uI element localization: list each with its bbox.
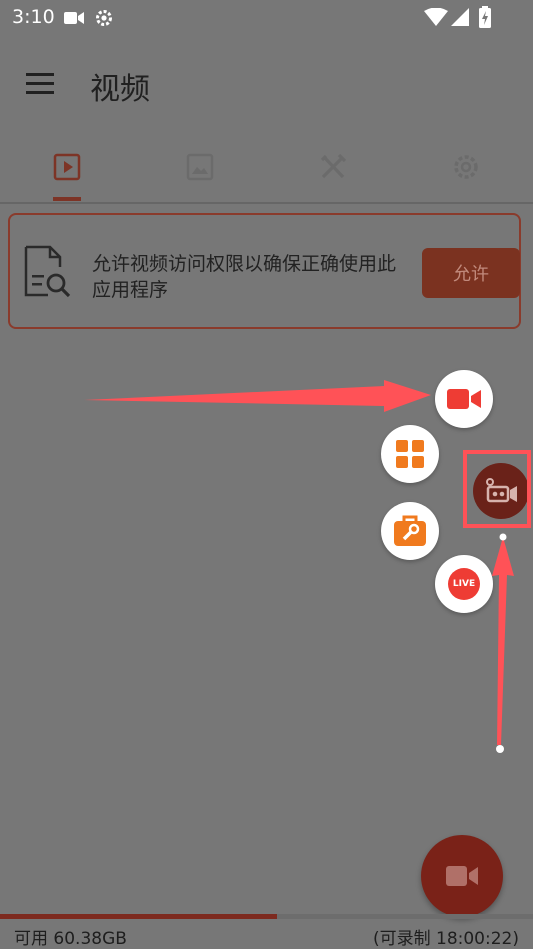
arrow-dot-bottom <box>496 745 504 753</box>
video-camera-icon <box>447 389 481 409</box>
tab-indicator <box>53 197 81 201</box>
status-bar: 3:10 <box>0 0 533 36</box>
page-title: 视频 <box>90 72 150 107</box>
live-badge-icon: LIVE <box>448 568 480 600</box>
live-label: LIVE <box>452 579 476 589</box>
storage-record-time: (可录制 18:00:22) <box>372 929 519 949</box>
highlight-box <box>463 450 531 528</box>
storage-available: 可用 60.38GB <box>14 929 127 949</box>
image-icon <box>186 153 213 181</box>
arrow-to-floating-button <box>492 537 514 745</box>
grid-icon <box>396 440 424 468</box>
live-button[interactable]: LIVE <box>435 555 493 613</box>
tab-tools[interactable] <box>266 132 399 202</box>
wifi-icon <box>424 7 448 30</box>
hamburger-menu-icon[interactable] <box>24 70 58 98</box>
record-button[interactable] <box>435 370 493 428</box>
tools-icon <box>320 153 346 179</box>
signal-icon <box>451 8 469 30</box>
tools-grid-button[interactable] <box>381 425 439 483</box>
storage-bar-fill <box>0 914 278 919</box>
tab-images[interactable] <box>133 132 266 202</box>
tab-bar <box>0 132 533 204</box>
arrow-to-record-button <box>84 380 431 412</box>
settings-icon <box>94 8 114 32</box>
tab-settings[interactable] <box>399 132 532 202</box>
permission-card: 允许视频访问权限以确保正确使用此应用程序 允许 <box>8 213 521 329</box>
video-play-icon <box>53 153 80 181</box>
arrow-dot-top <box>499 533 507 541</box>
allow-button[interactable]: 允许 <box>422 248 520 298</box>
document-search-icon <box>22 245 72 305</box>
toolbox-button[interactable] <box>381 502 439 560</box>
storage-bar <box>0 914 533 919</box>
tab-video[interactable] <box>0 132 133 202</box>
battery-icon <box>479 6 491 32</box>
video-camera-icon <box>446 866 478 886</box>
settings-icon <box>453 155 478 179</box>
permission-message: 允许视频访问权限以确保正确使用此应用程序 <box>92 253 397 301</box>
toolbox-icon <box>394 515 426 546</box>
video-camera-icon <box>64 10 84 29</box>
tab-divider <box>0 202 533 204</box>
app-bar: 视频 <box>0 36 533 132</box>
status-time: 3:10 <box>12 6 55 28</box>
main-record-fab[interactable] <box>421 835 503 917</box>
